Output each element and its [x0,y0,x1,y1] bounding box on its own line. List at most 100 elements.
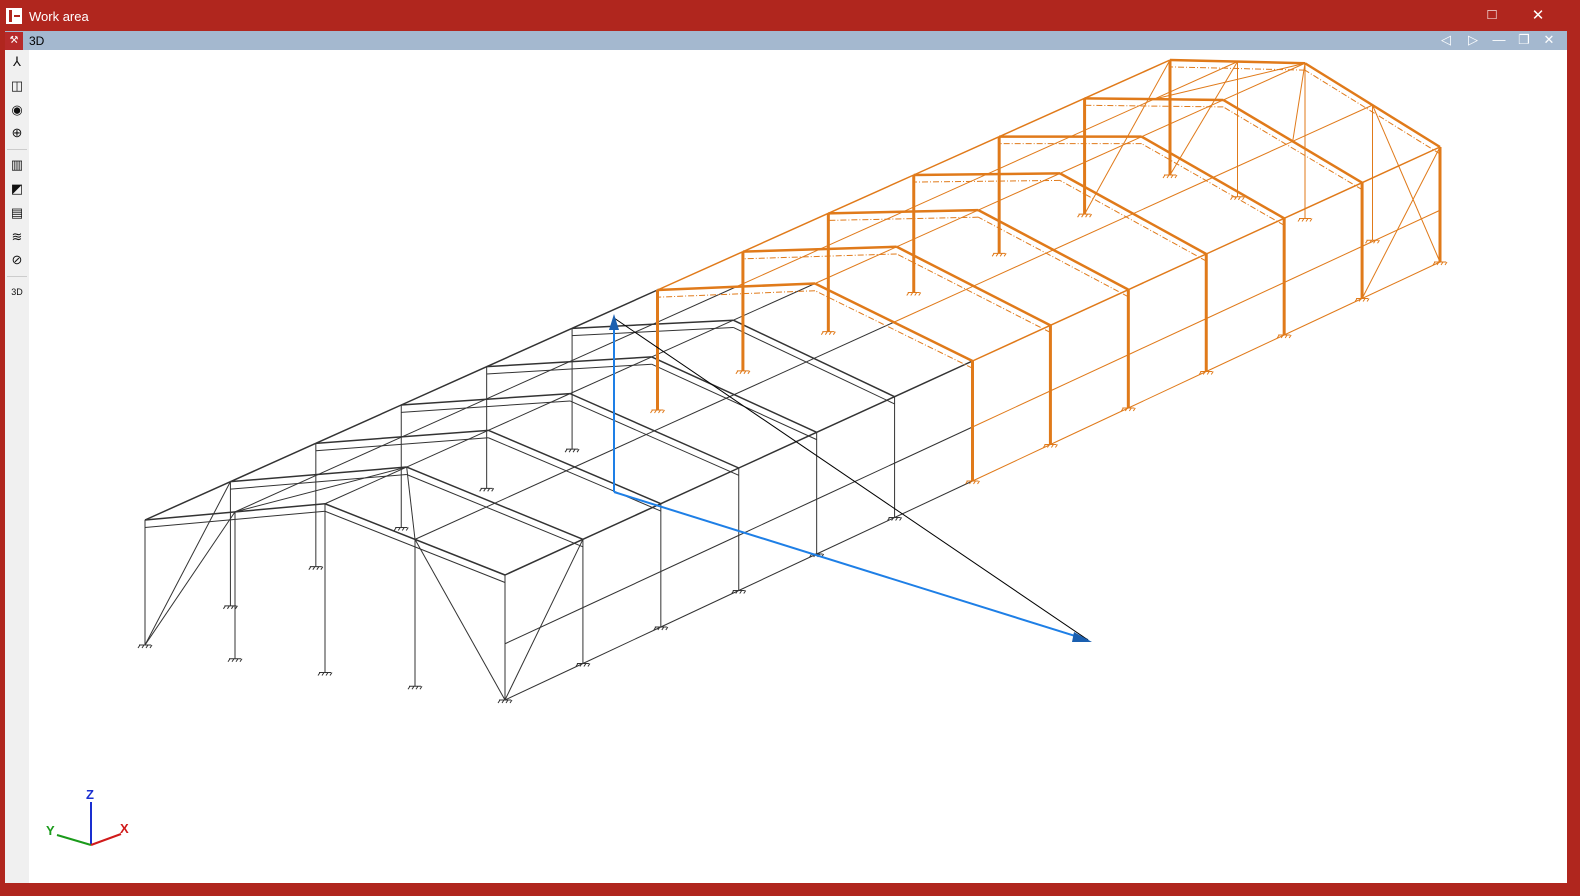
rafter-chord[interactable] [569,400,739,476]
purlin[interactable] [1084,59,1171,100]
roof-brace[interactable] [1292,63,1306,142]
rafter-chord[interactable] [1141,143,1285,226]
girt[interactable] [816,462,895,500]
ground-beam[interactable] [1206,334,1285,372]
orbit-icon[interactable]: ◉ [8,101,26,119]
rafter-chord[interactable] [230,473,407,490]
axis-x[interactable] [90,833,122,846]
rafter-chord[interactable] [913,179,1061,183]
purlin[interactable] [973,249,1054,287]
ground-beam[interactable] [660,590,739,628]
purlin[interactable] [742,212,829,253]
purlin[interactable] [1053,213,1134,251]
gable-brace[interactable] [414,539,506,701]
ground-beam[interactable] [504,663,584,701]
ground-beam[interactable] [1361,261,1441,299]
rafter-chord[interactable] [814,290,973,369]
purlin[interactable] [998,97,1085,138]
purlin[interactable] [1205,217,1285,255]
cube-view-icon[interactable]: ◫ [8,77,26,95]
roof-brace[interactable] [1153,62,1306,100]
purlin[interactable] [1212,140,1293,178]
measure-line[interactable] [613,317,1089,641]
purlin[interactable] [1050,288,1129,327]
gable-brace[interactable] [144,511,236,646]
rafter-chord[interactable] [315,437,489,452]
purlin[interactable] [978,172,1061,211]
purlin[interactable] [816,395,895,434]
rotate-icon[interactable]: ⊕ [8,124,26,142]
rafter-chord[interactable] [733,327,895,405]
layers-icon[interactable]: ≋ [8,228,26,246]
purlin[interactable] [733,283,816,321]
gable-brace[interactable] [1372,104,1441,263]
diagonal-plane-icon[interactable]: ◩ [8,180,26,198]
wall-brace[interactable] [144,481,231,646]
wall-brace[interactable] [1361,146,1441,299]
purlin[interactable] [828,174,915,215]
girt[interactable] [1283,245,1363,283]
girt[interactable] [660,534,739,572]
gable-brace[interactable] [1169,61,1238,176]
girt[interactable] [504,607,584,645]
purlin[interactable] [738,431,817,469]
next-view-button[interactable]: ▷ [1464,32,1482,49]
girt[interactable] [1050,354,1129,392]
purlin[interactable] [1132,177,1214,215]
wall-brace[interactable] [504,539,584,701]
purlin[interactable] [144,480,231,521]
purlin[interactable] [486,327,573,368]
purlin[interactable] [414,502,495,540]
purlin[interactable] [485,361,570,400]
3d-settings-icon[interactable]: 3D [8,283,26,301]
girt[interactable] [738,498,817,536]
purlin[interactable] [657,250,744,291]
previous-view-button[interactable]: ◁ [1437,32,1455,49]
ground-beam[interactable] [1128,371,1207,409]
girt[interactable] [1128,318,1207,356]
purlin[interactable] [660,467,740,505]
girt[interactable] [1206,282,1285,320]
axis-y[interactable] [56,834,92,846]
purlin[interactable] [652,286,737,325]
rafter-chord[interactable] [742,253,897,260]
purlin[interactable] [903,173,988,213]
purlin[interactable] [1128,253,1207,291]
close-view-button[interactable]: ✕ [1540,32,1558,49]
structure-model[interactable] [29,50,1567,883]
restore-view-button[interactable]: ❐ [1515,32,1533,49]
ground-beam[interactable] [972,444,1051,482]
rafter-chord[interactable] [406,474,584,548]
purlin[interactable] [494,466,575,504]
purlin[interactable] [972,324,1051,362]
purlin[interactable] [894,360,973,398]
purlin[interactable] [654,394,735,432]
purlin[interactable] [813,321,894,359]
hide-icon[interactable]: ⊘ [8,251,26,269]
purlin[interactable] [819,211,904,250]
girt[interactable] [972,390,1051,428]
purlin[interactable] [400,365,487,406]
horizontal-plane-icon[interactable]: ▤ [8,204,26,222]
purlin[interactable] [1361,146,1441,184]
rafter-chord[interactable] [978,216,1129,298]
purlin[interactable] [504,538,584,576]
purlin[interactable] [1059,136,1142,174]
rafter-chord[interactable] [1059,179,1207,262]
purlin[interactable] [913,135,1000,176]
maximize-button[interactable]: □ [1481,6,1503,26]
purlin[interactable] [582,502,662,541]
rafter-chord[interactable] [1084,104,1224,108]
rafter-chord[interactable] [651,363,817,441]
ground-beam[interactable] [582,626,662,664]
girt[interactable] [1361,209,1441,247]
purlin[interactable] [896,209,979,248]
close-button[interactable]: ✕ [1527,6,1549,26]
purlin[interactable] [736,248,820,288]
purlin[interactable] [733,357,815,396]
purlin[interactable] [488,393,571,431]
minimize-view-button[interactable]: — [1490,32,1508,49]
ground-beam[interactable] [894,480,973,518]
purlin[interactable] [893,285,974,323]
girt[interactable] [894,426,973,464]
